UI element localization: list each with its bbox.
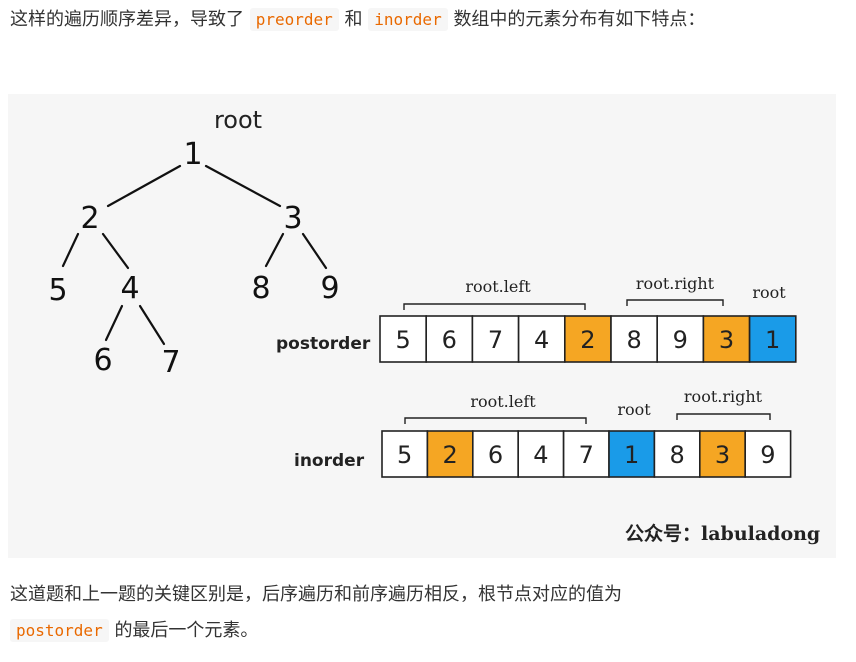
array-cell-value: 7	[488, 326, 503, 354]
root-tag: root	[617, 400, 651, 419]
intro-text-3: 数组中的元素分布有如下特点：	[453, 9, 706, 30]
array-cell-value: 1	[765, 326, 780, 354]
root-tag: root	[752, 283, 786, 302]
array-cell-value: 8	[626, 326, 641, 354]
bracket-label-root-right: root.right	[636, 274, 715, 293]
inorder-brackets	[404, 413, 771, 424]
array-cell-value: 4	[533, 441, 548, 469]
array-cell-value: 9	[760, 441, 775, 469]
array-cell-value: 5	[397, 441, 412, 469]
tree-node: 5	[48, 273, 67, 308]
outro-text-1: 这道题和上一题的关键区别是，后序遍历和前序遍历相反，根节点对应的值为	[10, 584, 622, 605]
outro-text-2: 的最后一个元素。	[114, 620, 259, 641]
bracket-label-root-left: root.left	[470, 392, 536, 411]
array-cell-value: 1	[624, 441, 639, 469]
diagram-figure: root 1 2 3 5 4 8 9 6 7 root.left root.ri…	[8, 94, 836, 558]
inorder-label: inorder	[294, 451, 365, 471]
postorder-label: postorder	[276, 334, 371, 354]
code-postorder: postorder	[10, 619, 109, 642]
bracket-label-root-right: root.right	[684, 387, 763, 406]
array-cell-value: 3	[715, 441, 730, 469]
tree-edges	[61, 164, 328, 346]
tree-node: 1	[183, 137, 202, 172]
intro-paragraph: 这样的遍历顺序差异，导致了 preorder 和 inorder 数组中的元素分…	[10, 2, 840, 38]
array-cell-value: 8	[669, 441, 684, 469]
code-preorder: preorder	[249, 8, 339, 31]
intro-text-2: 和	[344, 9, 363, 30]
array-cell-value: 2	[580, 326, 595, 354]
array-cell-value: 6	[442, 326, 457, 354]
watermark: 公众号：labuladong	[625, 522, 820, 545]
tree-node: 6	[93, 343, 112, 378]
array-cell-value: 4	[534, 326, 549, 354]
array-cell-value: 7	[579, 441, 594, 469]
inorder-array: 5 2 6 4 7 1 8 3 9	[381, 430, 792, 478]
code-inorder: inorder	[368, 8, 448, 31]
tree-node: 4	[120, 271, 139, 306]
tree-node: 3	[283, 201, 302, 236]
postorder-brackets	[403, 299, 724, 310]
tree-node: 2	[80, 201, 99, 236]
intro-text-1: 这样的遍历顺序差异，导致了	[10, 9, 244, 30]
array-cell-value: 9	[673, 326, 688, 354]
tree-node: 8	[251, 271, 270, 306]
outro-paragraph: 这道题和上一题的关键区别是，后序遍历和前序遍历相反，根节点对应的值为 postor…	[10, 577, 840, 649]
array-cell-value: 2	[442, 441, 457, 469]
tree-node: 9	[320, 271, 339, 306]
diagram-svg: root 1 2 3 5 4 8 9 6 7 root.left root.ri…	[48, 106, 820, 545]
array-cell-value: 3	[719, 326, 734, 354]
bracket-label-root-left: root.left	[465, 277, 531, 296]
array-cell-value: 6	[488, 441, 503, 469]
array-cell-value: 5	[395, 326, 410, 354]
tree-root-label: root	[214, 106, 262, 134]
postorder-array: 5 6 7 4 2 8 9 3 1	[379, 315, 797, 363]
tree-node: 7	[161, 345, 180, 380]
